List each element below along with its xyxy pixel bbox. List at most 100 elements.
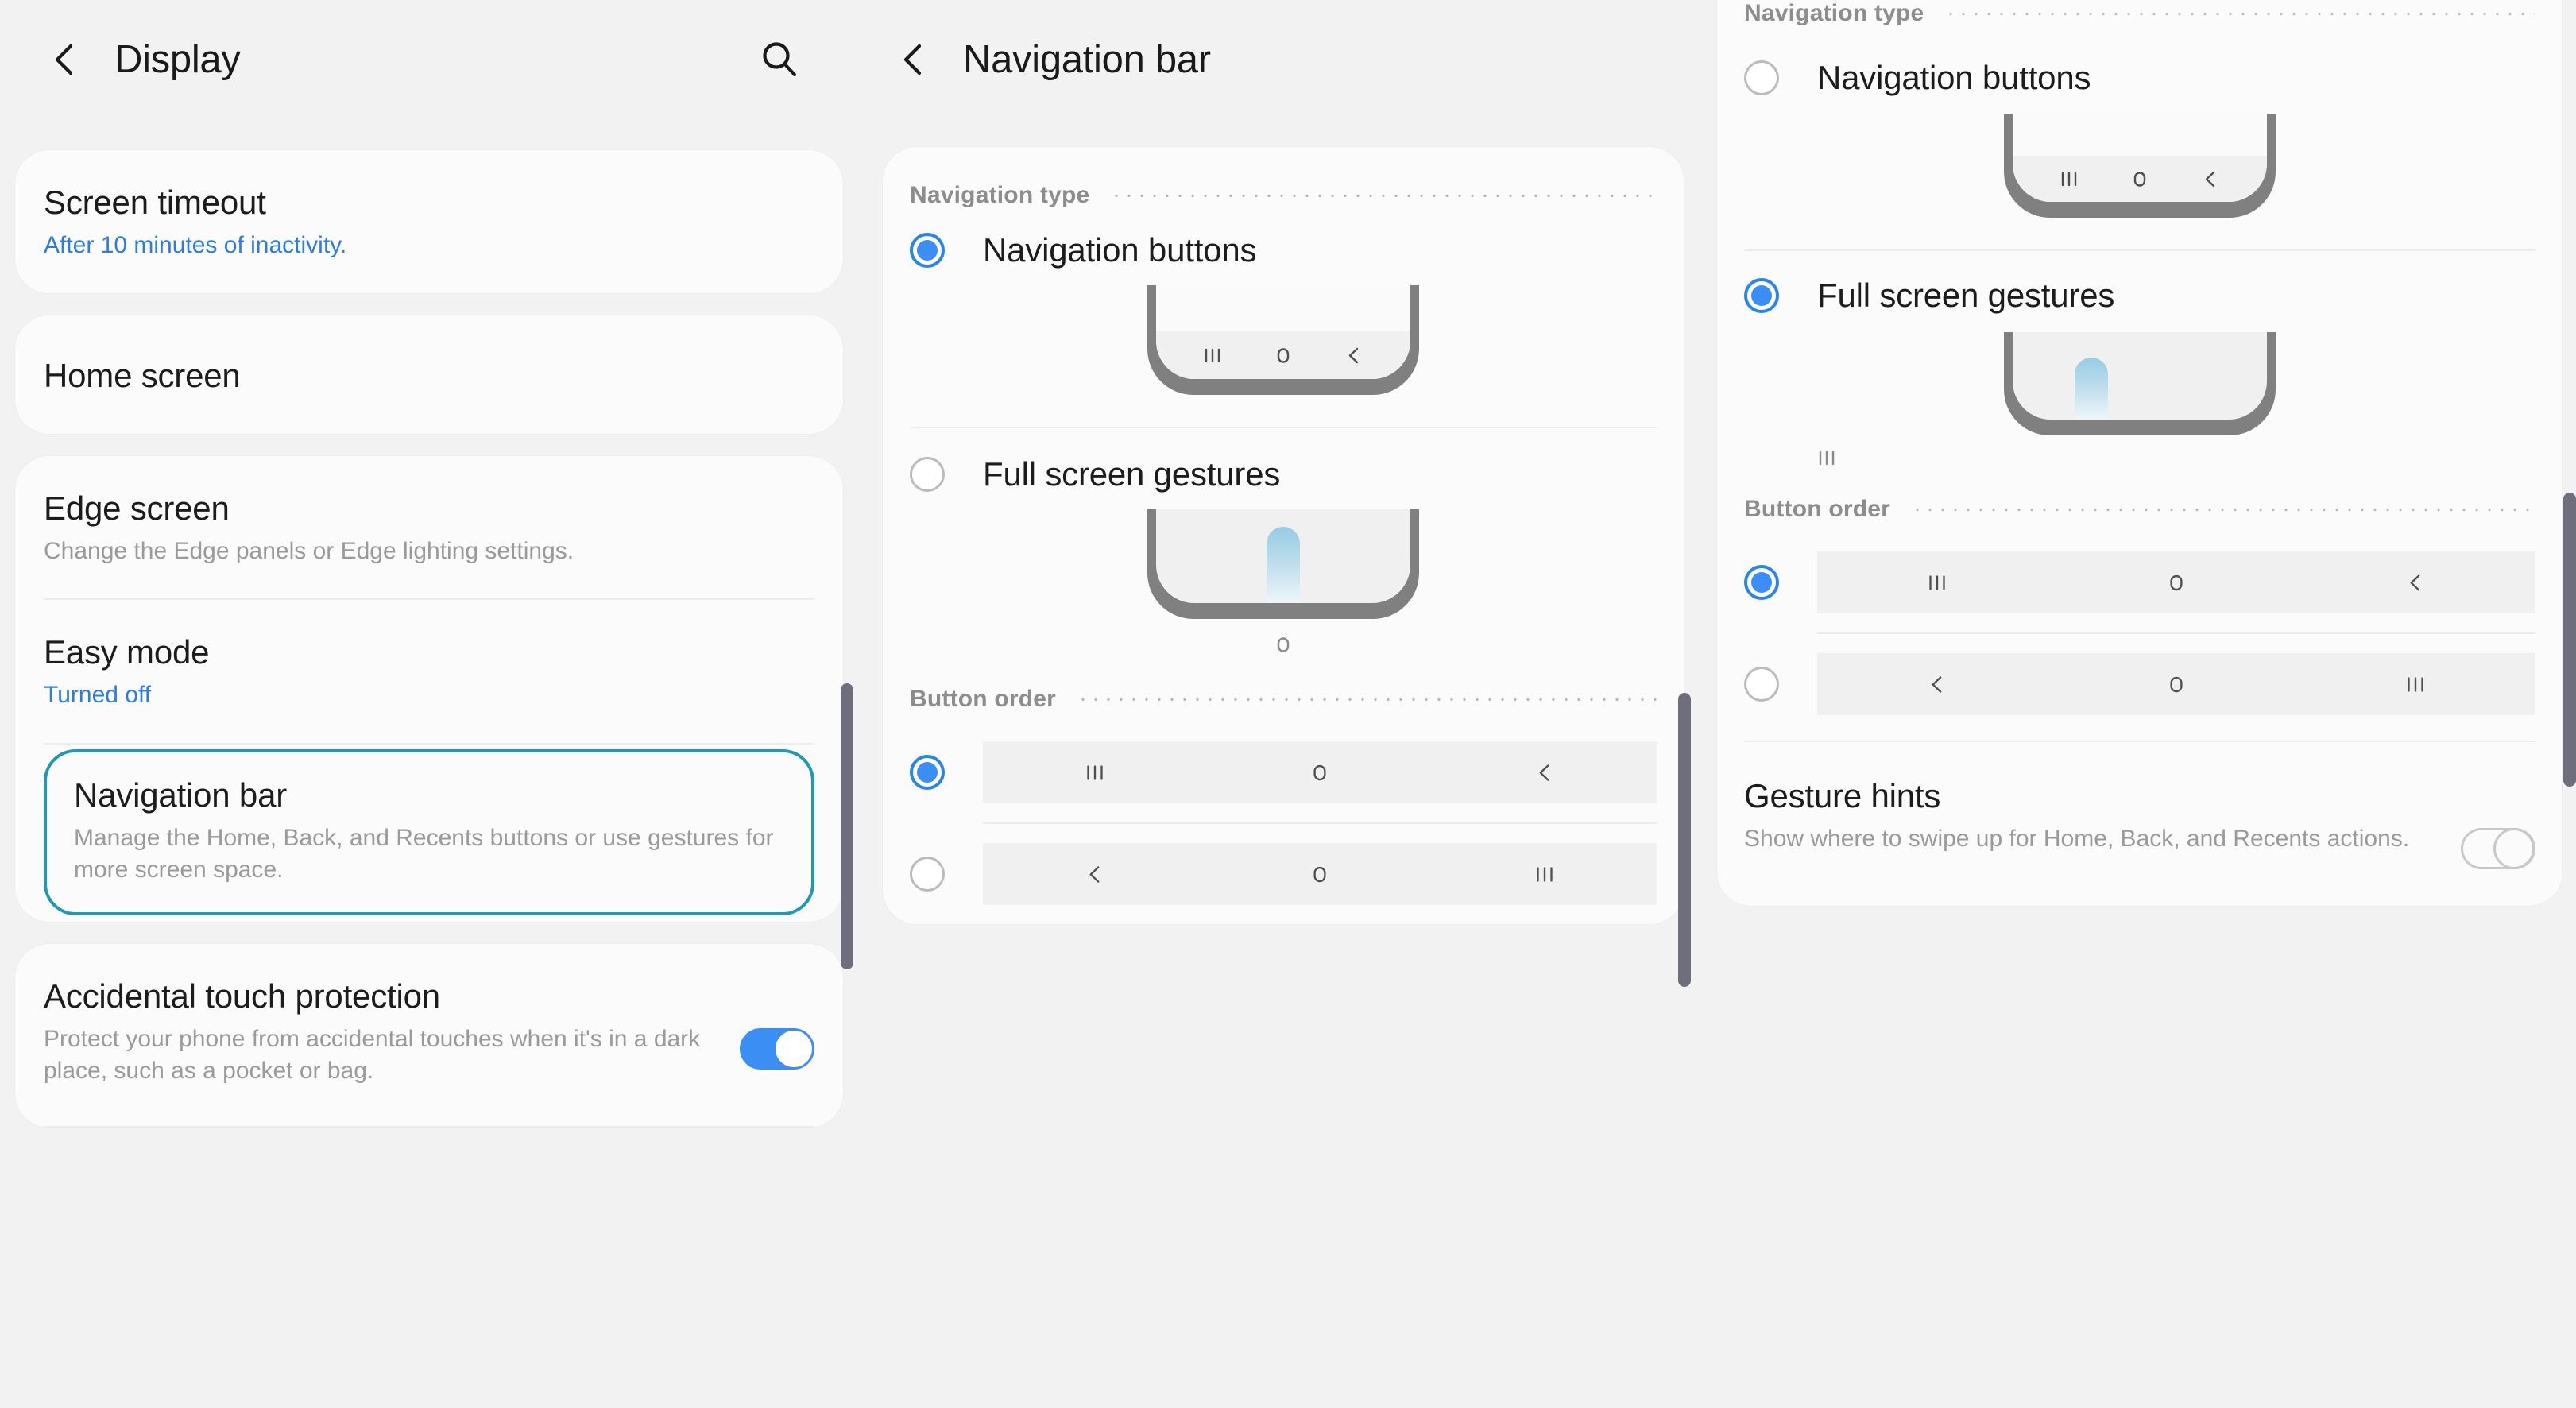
option-full-screen-gestures[interactable]: Full screen gestures [1744, 251, 2535, 321]
recents-icon [1924, 569, 1951, 596]
option-navigation-buttons[interactable]: Navigation buttons [910, 219, 1657, 276]
home-icon [1271, 342, 1296, 368]
option-navigation-buttons[interactable]: Navigation buttons [1744, 37, 2535, 103]
accidental-touch-card[interactable]: Accidental touch protection Protect your… [14, 943, 844, 1129]
option-label: Navigation buttons [1817, 59, 2091, 96]
button-order-section-label: Button order [1744, 470, 2535, 532]
navigation-bar-title: Navigation bar [74, 776, 288, 814]
screen-timeout-card[interactable]: Screen timeout After 10 minutes of inact… [14, 149, 844, 294]
home-screen-card[interactable]: Home screen [14, 314, 844, 435]
radio-button-order-1[interactable] [910, 755, 945, 790]
button-order-chip [983, 741, 1657, 803]
back-icon [2402, 569, 2429, 596]
page-title: Display [114, 38, 241, 81]
page-title: Navigation bar [963, 38, 1211, 81]
display-header: Display [0, 0, 858, 119]
navigation-type-section-label: Navigation type [1744, 0, 2535, 37]
section-label-text: Button order [1744, 496, 1891, 522]
recents-icon [2402, 671, 2429, 698]
recents-icon [2056, 166, 2082, 191]
chevron-left-icon[interactable] [893, 39, 934, 80]
scrollbar-navigation-bar-scrolled-panel[interactable] [2563, 493, 2576, 787]
radio-button-order-2[interactable] [910, 857, 945, 892]
button-order-option-2[interactable] [1744, 634, 2535, 734]
button-order-option-1[interactable] [1744, 532, 2535, 632]
gesture-hints-subtitle: Show where to swipe up for Home, Back, a… [1744, 826, 2410, 853]
gesture-hints-title: Gesture hints [1744, 777, 1941, 814]
radio-full-screen-gestures[interactable] [910, 457, 945, 492]
button-order-option-1[interactable] [910, 722, 1657, 822]
button-order-option-2[interactable] [910, 824, 1657, 924]
chevron-left-icon[interactable] [44, 39, 86, 80]
easy-mode-subtitle: Turned off [44, 682, 152, 709]
gesture-preview [1744, 332, 2535, 435]
home-icon [2163, 671, 2190, 698]
back-icon [1531, 759, 1558, 786]
home-icon [2163, 569, 2190, 596]
home-icon [1271, 632, 1296, 657]
section-label-text: Navigation type [910, 182, 1090, 208]
gesture-preview [910, 509, 1657, 619]
recents-icon [1081, 759, 1108, 786]
gesture-hint-pill [1267, 527, 1300, 603]
navigation-buttons-preview [910, 285, 1657, 395]
gesture-hint-pill [2075, 358, 2108, 420]
list-item[interactable]: Accidental touch protection Protect your… [44, 944, 814, 1118]
navigation-bar-panel: Navigation bar Navigation type Navigatio… [858, 0, 1708, 1408]
gesture-hints-item[interactable]: Gesture hints Show where to swipe up for… [1744, 742, 2535, 906]
dotted-rule [1110, 193, 1657, 198]
divider [44, 742, 814, 745]
list-item[interactable]: Screen timeout After 10 minutes of inact… [44, 150, 814, 293]
accidental-touch-toggle[interactable] [740, 1028, 814, 1070]
home-screen-title: Home screen [44, 356, 241, 394]
option-label: Navigation buttons [983, 231, 1257, 269]
dotted-rule [1944, 11, 2535, 16]
three-panel-screenshot: Display Screen timeout After 10 minutes … [0, 0, 2576, 1408]
radio-button-order-2[interactable] [1744, 667, 1779, 702]
toggle-knob [774, 1029, 814, 1070]
option-label: Full screen gestures [1817, 277, 2115, 314]
display-settings-panel: Display Screen timeout After 10 minutes … [0, 0, 858, 1408]
radio-full-screen-gestures[interactable] [1744, 278, 1779, 313]
recents-icon [1531, 861, 1558, 888]
sidebar-item-navigation-bar[interactable]: Navigation bar Manage the Home, Back, an… [44, 748, 814, 916]
phone-preview [2004, 332, 2276, 435]
back-icon [2198, 166, 2223, 191]
screen-timeout-title: Screen timeout [44, 184, 266, 221]
phone-preview [1147, 509, 1419, 619]
scrollbar-navigation-bar-panel[interactable] [1678, 693, 1691, 987]
navigation-type-section-label: Navigation type [910, 147, 1657, 219]
section-label-text: Navigation type [1744, 0, 1924, 26]
gesture-hints-toggle[interactable] [2461, 828, 2535, 869]
radio-button-order-1[interactable] [1744, 565, 1779, 600]
accidental-touch-title: Accidental touch protection [44, 977, 440, 1015]
toggle-knob [2493, 828, 2535, 869]
accidental-touch-subtitle: Protect your phone from accidental touch… [44, 1026, 701, 1084]
divider [44, 1126, 814, 1128]
list-item[interactable]: Edge screen Change the Edge panels or Ed… [44, 456, 814, 599]
edge-screen-subtitle: Change the Edge panels or Edge lighting … [44, 537, 574, 564]
navigation-bar-subtitle: Manage the Home, Back, and Recents butto… [74, 824, 774, 883]
easy-mode-title: Easy mode [44, 633, 210, 671]
search-icon[interactable] [758, 38, 801, 81]
back-icon [1924, 671, 1951, 698]
list-item[interactable]: Easy mode Turned off [44, 600, 814, 743]
dotted-rule [1077, 697, 1657, 702]
radio-navigation-buttons[interactable] [1744, 60, 1779, 95]
gesture-preview-home-glyph [910, 632, 1657, 657]
edge-screen-title: Edge screen [44, 489, 230, 527]
radio-navigation-buttons[interactable] [910, 233, 945, 268]
button-order-chip [983, 843, 1657, 905]
scrollbar-display-panel[interactable] [841, 683, 853, 969]
list-item[interactable]: Home screen [44, 315, 814, 434]
phone-preview [2004, 114, 2276, 218]
display-options-card: Edge screen Change the Edge panels or Ed… [14, 455, 844, 923]
button-order-chip [1817, 653, 2535, 715]
section-label-text: Button order [910, 686, 1057, 712]
recents-icon [1200, 342, 1225, 368]
screen-timeout-subtitle: After 10 minutes of inactivity. [44, 232, 347, 259]
option-full-screen-gestures[interactable]: Full screen gestures [910, 428, 1657, 500]
phone-preview [1147, 285, 1419, 395]
navigation-bar-header: Navigation bar [858, 0, 1708, 119]
button-order-section-label: Button order [910, 657, 1657, 722]
